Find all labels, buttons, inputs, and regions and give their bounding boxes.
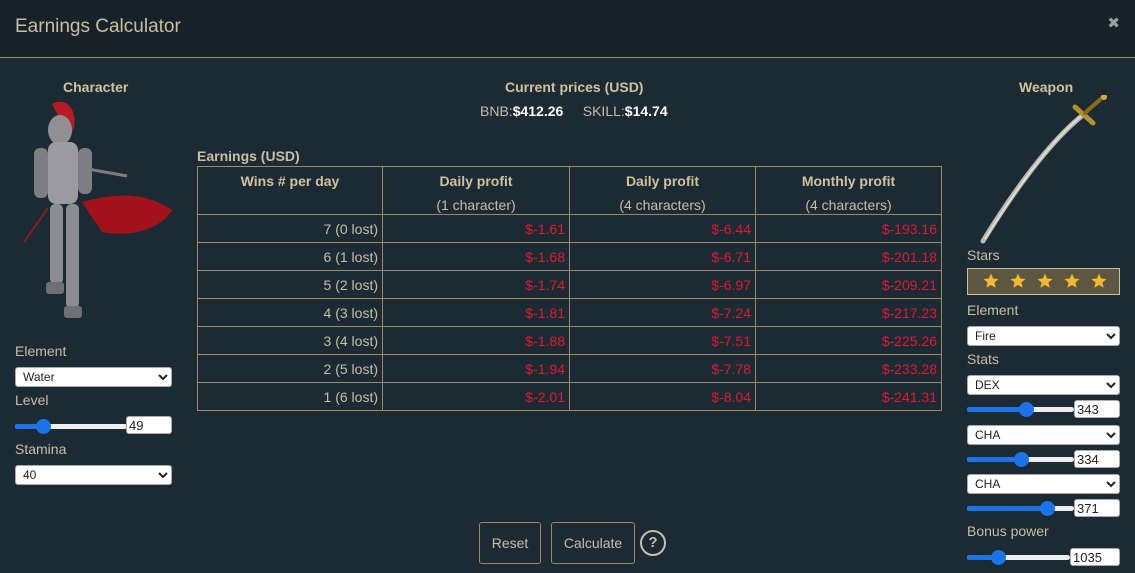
stat3-select[interactable]: CHA: [967, 474, 1120, 494]
reset-button[interactable]: Reset: [479, 522, 541, 564]
character-element-label: Element: [15, 343, 67, 359]
star-icon[interactable]: [1036, 272, 1054, 290]
stats-label: Stats: [967, 351, 999, 367]
window-header: Earnings Calculator ✖: [0, 0, 1135, 58]
close-icon[interactable]: ✖: [1107, 14, 1120, 32]
stars-label: Stars: [967, 247, 1000, 263]
table-row: 4 (3 lost) $-1.81 $-7.24 $-217.23: [197, 298, 942, 327]
star-icon[interactable]: [1009, 272, 1027, 290]
star-icon[interactable]: [982, 272, 1000, 290]
table-row: 1 (6 lost) $-2.01 $-8.04 $-241.31: [197, 382, 942, 411]
skill-value: $14.74: [624, 103, 668, 119]
stat3-slider[interactable]: [967, 500, 1074, 516]
character-element-select[interactable]: Water: [15, 367, 172, 387]
col-header: Daily profit (4 characters): [569, 166, 756, 215]
level-slider[interactable]: [15, 418, 127, 434]
help-icon[interactable]: ?: [640, 530, 666, 556]
character-heading: Character: [63, 79, 129, 95]
bonus-power-input[interactable]: 1035: [1070, 548, 1120, 566]
level-input[interactable]: 49: [126, 416, 172, 434]
knight-character-image: [23, 101, 172, 318]
bnb-label: BNB:: [480, 103, 513, 119]
table-row: 2 (5 lost) $-1.94 $-7.78 $-233.28: [197, 354, 942, 383]
stars-rating[interactable]: [967, 268, 1120, 295]
earnings-heading: Earnings (USD): [197, 148, 300, 164]
level-label: Level: [15, 392, 49, 408]
stat2-select[interactable]: CHA: [967, 425, 1120, 445]
stat1-input[interactable]: 343: [1074, 400, 1120, 418]
stat2-slider[interactable]: [967, 451, 1074, 467]
star-icon[interactable]: [1063, 272, 1081, 290]
stat2-input[interactable]: 334: [1074, 450, 1120, 468]
table-row: 6 (1 lost) $-1.68 $-6.71 $-201.18: [197, 242, 942, 271]
table-row: 7 (0 lost) $-1.61 $-6.44 $-193.16: [197, 214, 942, 243]
prices-line: BNB:$412.26 SKILL:$14.74: [480, 103, 668, 119]
bonus-power-slider[interactable]: [967, 549, 1070, 565]
col-header: Wins # per day: [197, 166, 383, 215]
stat3-input[interactable]: 371: [1074, 499, 1120, 517]
col-header: Daily profit (1 character): [382, 166, 570, 215]
calculate-button[interactable]: Calculate: [551, 522, 635, 564]
star-icon[interactable]: [1090, 272, 1108, 290]
sword-image: [980, 95, 1107, 244]
col-header: Monthly profit (4 characters): [755, 166, 942, 215]
earnings-table: Wins # per day Daily profit (1 character)…: [197, 166, 942, 411]
stamina-label: Stamina: [15, 441, 67, 457]
bnb-value: $412.26: [512, 103, 564, 119]
window-title: Earnings Calculator: [15, 16, 181, 37]
table-row: 5 (2 lost) $-1.74 $-6.97 $-209.21: [197, 270, 942, 299]
bonus-power-label: Bonus power: [967, 523, 1049, 539]
weapon-element-label: Element: [967, 302, 1019, 318]
table-row: 3 (4 lost) $-1.88 $-7.51 $-225.26: [197, 326, 942, 355]
earnings-header-row: Wins # per day Daily profit (1 character)…: [197, 166, 942, 215]
weapon-heading: Weapon: [1019, 79, 1074, 95]
weapon-element-select[interactable]: Fire: [967, 326, 1120, 346]
skill-label: SKILL:: [582, 103, 625, 119]
prices-heading: Current prices (USD): [505, 79, 644, 95]
stat1-slider[interactable]: [967, 401, 1074, 417]
stat1-select[interactable]: DEX: [967, 375, 1120, 395]
stamina-select[interactable]: 40: [15, 465, 172, 485]
